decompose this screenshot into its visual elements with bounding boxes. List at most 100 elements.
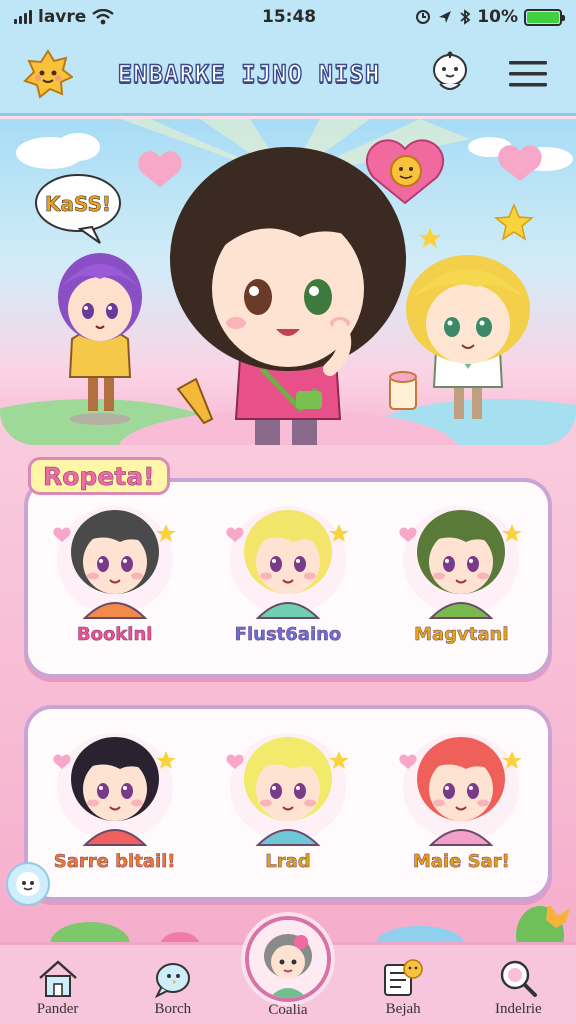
floating-mascot-button[interactable]: [6, 862, 50, 906]
nav-item-borch[interactable]: Borch: [118, 955, 228, 1018]
nav-label: Borch: [154, 1001, 192, 1017]
nav-label: Pander: [36, 1001, 79, 1017]
avatar-icon: [249, 920, 327, 998]
hamburger-menu-icon: [508, 60, 547, 86]
avatar-eye-left: [96, 783, 109, 799]
character-tile[interactable]: Sarre bltail!: [35, 727, 195, 872]
star-decoration: [494, 203, 534, 241]
avatar-eye-left: [443, 556, 456, 572]
character-avatar: [226, 506, 349, 619]
nav-label: Bejah: [385, 1001, 421, 1017]
avatar-eye-right: [467, 556, 480, 572]
status-left: lavre: [14, 7, 115, 27]
app-title: ENBARKE IJNO NISH: [117, 59, 381, 88]
avatar-eye-shine: [469, 559, 474, 563]
character-blonde-boy: [406, 255, 530, 419]
avatar-eye-right: [467, 783, 480, 799]
cloud-left: [16, 133, 100, 169]
ghost-bot-icon: [432, 51, 467, 90]
status-right: 10%: [415, 7, 565, 27]
avatar-blush: [433, 572, 446, 580]
hero-banner[interactable]: KaSS!: [0, 119, 576, 445]
assistant-button[interactable]: [424, 48, 476, 100]
menu-button[interactable]: [502, 48, 554, 100]
avatar-blush: [86, 799, 99, 807]
character-tile[interactable]: Booklnl: [35, 500, 195, 645]
mascot-face-icon: [16, 872, 40, 896]
character-name: Magvtanl: [414, 624, 509, 646]
character-tile[interactable]: Flust6aino: [208, 500, 368, 645]
bluetooth-icon: [460, 9, 471, 25]
heart-decoration: [498, 145, 542, 181]
avatar-eye-shine: [295, 559, 300, 563]
home-icon: [38, 960, 77, 997]
avatar-eye-left: [96, 556, 109, 572]
avatar-eye-shine: [98, 786, 103, 790]
nav-item-home[interactable]: Pander: [3, 955, 113, 1018]
status-time: 15:48: [262, 7, 317, 27]
alarm-icon: [416, 10, 431, 24]
carrier-name: lavre: [38, 7, 87, 27]
nav-label: Coalia: [268, 1002, 308, 1018]
battery-fill: [527, 11, 559, 23]
nav-item-center-avatar[interactable]: [245, 916, 331, 1002]
battery-icon: [524, 8, 565, 26]
avatar-eye-right: [293, 783, 306, 799]
character-name: Flust6aino: [234, 624, 342, 646]
character-name: Lrad: [265, 851, 311, 873]
avatar-eye-right: [120, 783, 133, 799]
avatar-eye-left: [443, 783, 456, 799]
avatar-blush: [130, 572, 143, 580]
avatar-blush: [259, 799, 272, 807]
avatar-blush: [303, 799, 316, 807]
nav-item-search[interactable]: Indelrie: [463, 955, 573, 1018]
character-card-row-1: Booklnl Flust6aino Magvtanl: [24, 478, 552, 678]
avatar-eye-shine: [271, 786, 276, 790]
avatar-eye-shine: [271, 559, 276, 563]
avatar-eye-shine: [122, 559, 127, 563]
notes-icon: [384, 959, 423, 996]
avatar-eye-left: [269, 783, 282, 799]
signal-icon: [14, 10, 32, 24]
status-bar: lavre 15:48 10%: [0, 0, 576, 34]
character-avatar: [226, 733, 349, 846]
character-name: Maie Sar!: [412, 851, 510, 873]
sun-face-icon: [23, 48, 73, 99]
character-tile[interactable]: Maie Sar!: [381, 727, 541, 872]
nav-item-bejah[interactable]: Bejah: [348, 955, 458, 1018]
avatar-blush: [259, 572, 272, 580]
character-card-row-2: Sarre bltail! Lrad Maie Sar!: [24, 705, 552, 901]
avatar-blush: [86, 572, 99, 580]
avatar-eye-shine: [445, 786, 450, 790]
speech-bubble-text: KaSS!: [45, 192, 111, 216]
wifi-icon: [92, 9, 115, 25]
avatar-blush: [433, 799, 446, 807]
search-icon: [501, 960, 538, 997]
character-tile[interactable]: Lrad: [208, 727, 368, 872]
character-avatar: [53, 733, 176, 846]
avatar-eye-shine: [295, 786, 300, 790]
cup-prop: [389, 371, 417, 410]
app-header: ENBARKE IJNO NISH: [0, 34, 576, 116]
logo-button[interactable]: [22, 48, 74, 100]
character-tile[interactable]: Magvtanl: [381, 500, 541, 645]
avatar-blush: [303, 572, 316, 580]
avatar-blush: [130, 799, 143, 807]
avatar-eye-shine: [122, 786, 127, 790]
avatar-eye-right: [120, 556, 133, 572]
speech-bubble: KaSS!: [35, 174, 121, 244]
character-name: Sarre bltail!: [53, 851, 176, 873]
avatar-blush: [477, 799, 490, 807]
character-avatar: [399, 506, 523, 619]
avatar-blush: [477, 572, 490, 580]
chat-bird-icon: [154, 963, 190, 998]
location-arrow-icon: [439, 11, 452, 23]
heart-decoration: [138, 151, 182, 187]
avatar-eye-shine: [445, 559, 450, 563]
section-title: Ropeta!: [28, 457, 170, 495]
battery-percent: 10%: [477, 7, 518, 27]
header-actions: [424, 48, 554, 100]
character-name: Booklnl: [76, 624, 153, 646]
nav-label: Indelrie: [495, 1001, 542, 1017]
character-avatar: [399, 733, 523, 846]
